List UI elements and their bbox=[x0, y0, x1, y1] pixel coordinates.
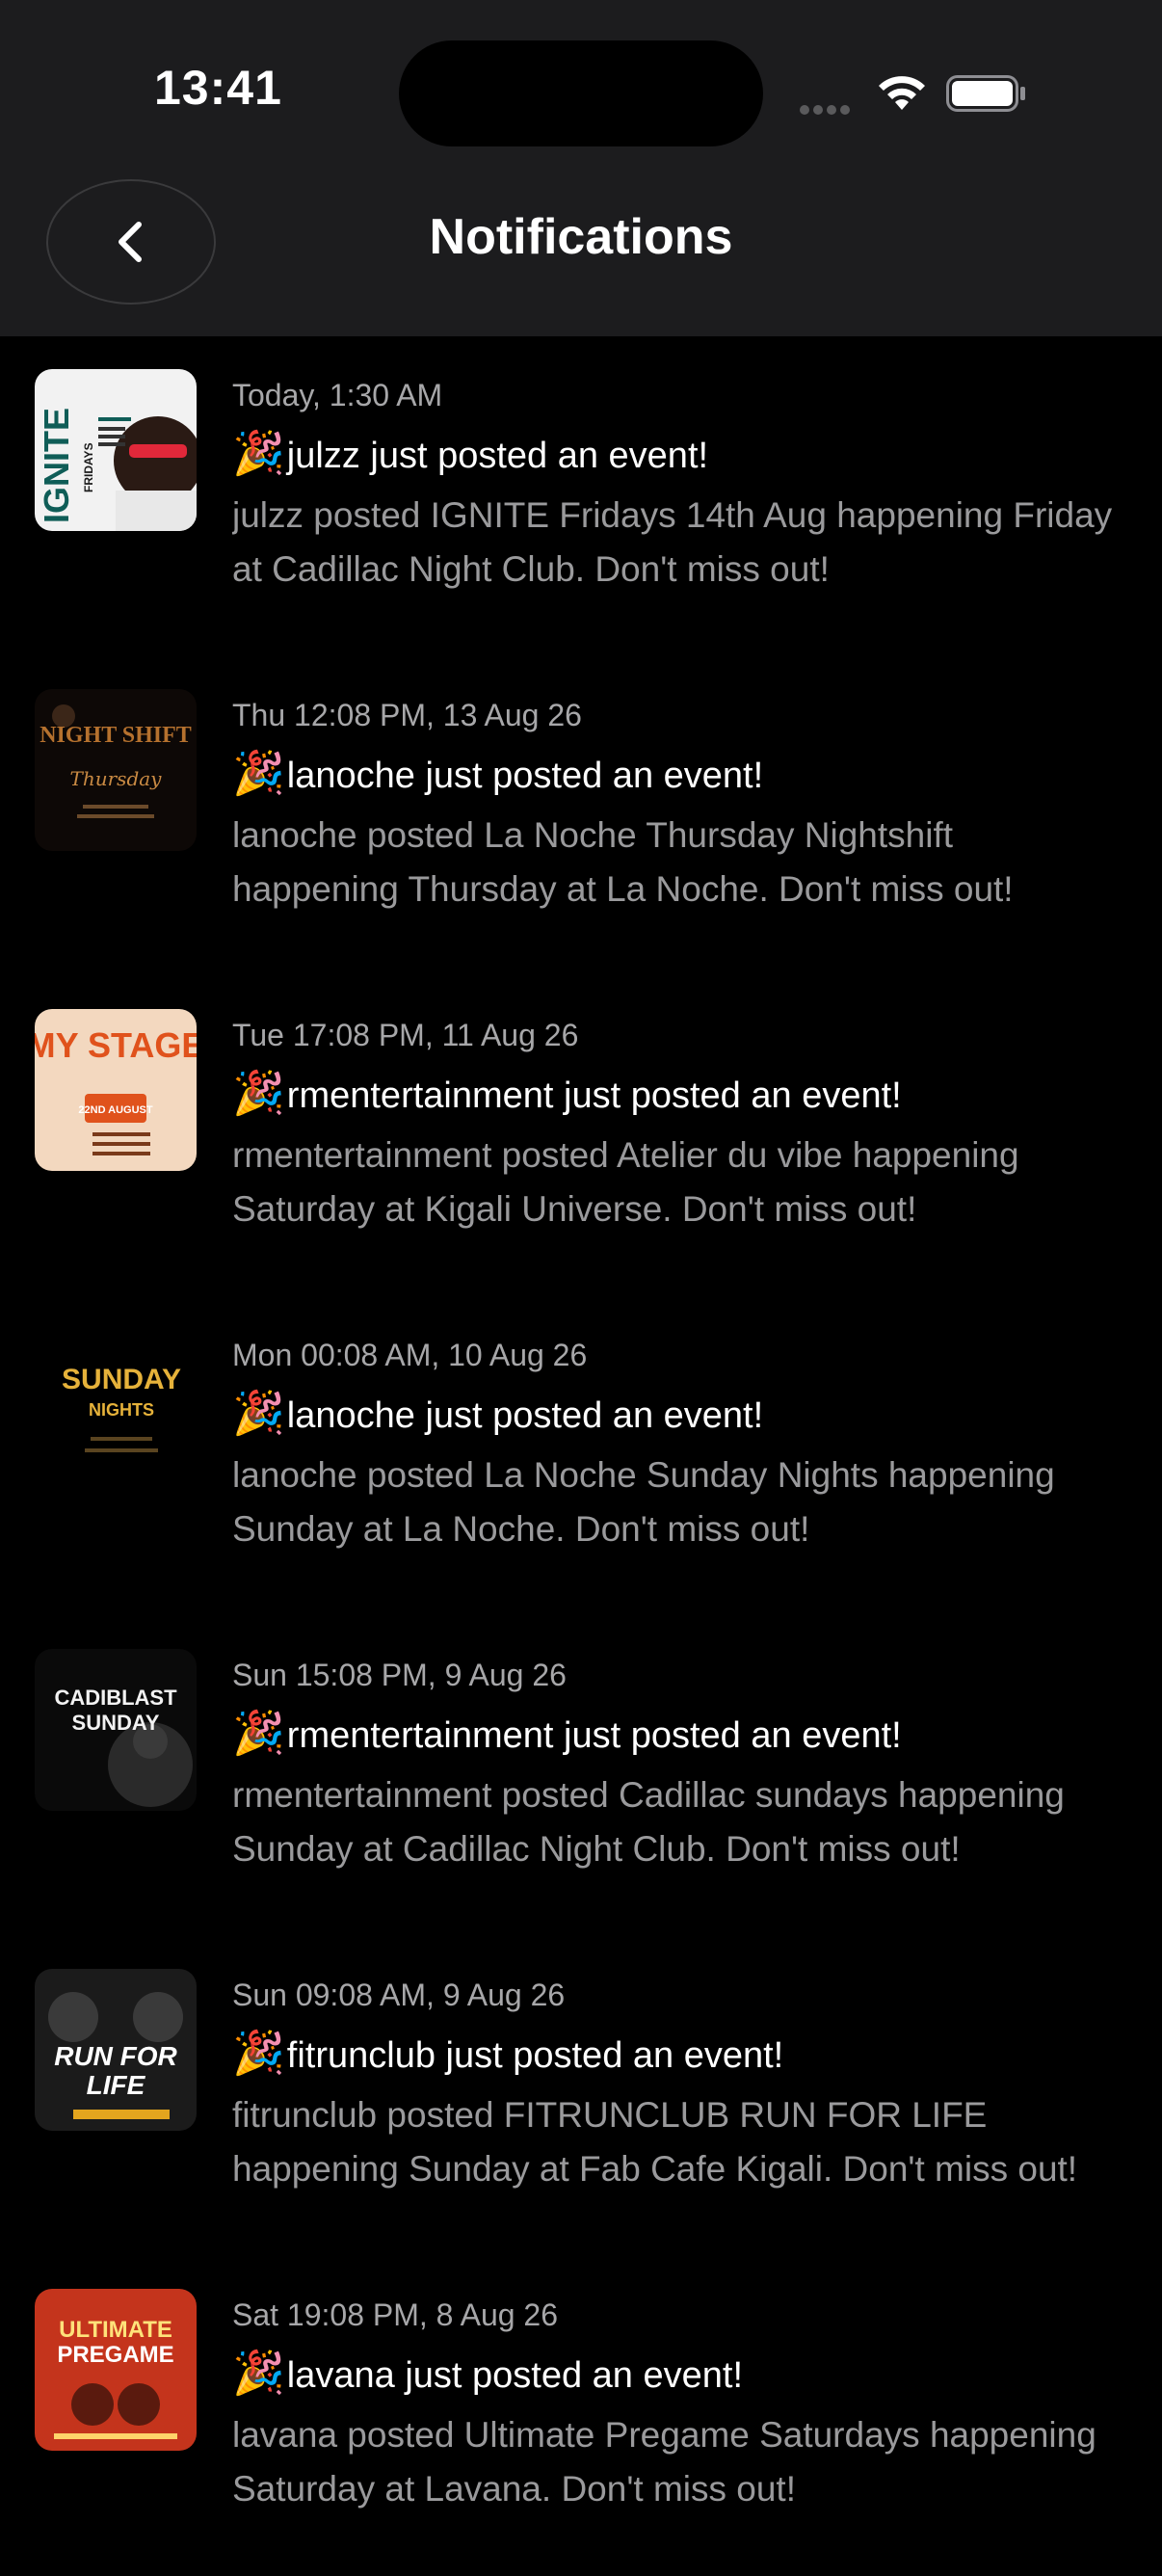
headline-text: rmentertainment just posted an event! bbox=[286, 1715, 902, 1756]
notification-item[interactable]: IGNITE FRIDAYS Today, 1:30 AM 🎉julzz jus… bbox=[0, 336, 1162, 656]
headline-text: lavana just posted an event! bbox=[286, 2355, 744, 2396]
event-thumbnail: IGNITE FRIDAYS bbox=[35, 369, 197, 531]
battery-icon bbox=[946, 75, 1025, 112]
top-bar: 13:41 Notifications bbox=[0, 0, 1162, 336]
event-thumbnail: CADIBLAST SUNDAY bbox=[35, 1649, 197, 1811]
party-popper-icon: 🎉 bbox=[232, 750, 285, 797]
thumb-subtitle: Thursday bbox=[70, 767, 163, 790]
thumb-subtitle: SUNDAY bbox=[72, 1711, 160, 1735]
thumb-title: MY STAGE bbox=[35, 1025, 197, 1065]
party-popper-icon: 🎉 bbox=[232, 2030, 285, 2077]
notification-item[interactable]: MY STAGE 22ND AUGUST Tue 17:08 PM, 11 Au… bbox=[0, 976, 1162, 1296]
thumb-subtitle: NIGHTS bbox=[89, 1400, 154, 1420]
notification-body: lavana posted Ultimate Pregame Saturdays… bbox=[232, 2415, 1096, 2509]
status-time: 13:41 bbox=[154, 61, 282, 115]
notification-body: lanoche posted La Noche Thursday Nightsh… bbox=[232, 815, 1014, 909]
notification-body: lanoche posted La Noche Sunday Nights ha… bbox=[232, 1455, 1055, 1549]
notification-headline: 🎉rmentertainment just posted an event! bbox=[232, 1707, 1128, 1761]
party-popper-icon: 🎉 bbox=[232, 1070, 285, 1117]
thumb-title: SUNDAY bbox=[62, 1364, 181, 1395]
page-title: Notifications bbox=[429, 209, 733, 265]
notification-headline: 🎉lavana just posted an event! bbox=[232, 2347, 1128, 2401]
thumb-subtitle: FRIDAYS bbox=[82, 442, 95, 492]
thumb-subtitle: 22ND AUGUST bbox=[78, 1104, 152, 1116]
notification-headline: 🎉fitrunclub just posted an event! bbox=[232, 2027, 1128, 2081]
event-thumbnail: SUNDAY NIGHTS bbox=[35, 1329, 197, 1491]
notification-headline: 🎉julzz just posted an event! bbox=[232, 427, 1128, 481]
status-icons bbox=[800, 71, 1060, 115]
headline-text: rmentertainment just posted an event! bbox=[286, 1076, 902, 1116]
thumb-title: ULTIMATE bbox=[59, 2317, 172, 2343]
headline-text: julzz just posted an event! bbox=[286, 436, 709, 476]
party-popper-icon: 🎉 bbox=[232, 1710, 285, 1757]
event-thumbnail: NIGHT SHIFT Thursday bbox=[35, 689, 197, 851]
event-thumbnail: ULTIMATE PREGAME bbox=[35, 2289, 197, 2451]
thumb-title: NIGHT SHIFT bbox=[40, 723, 192, 748]
notification-body: rmentertainment posted Atelier du vibe h… bbox=[232, 1135, 1019, 1229]
thumb-title: CADIBLAST bbox=[54, 1686, 177, 1710]
headline-text: lanoche just posted an event! bbox=[286, 756, 764, 796]
notification-headline: 🎉rmentertainment just posted an event! bbox=[232, 1067, 1128, 1121]
dynamic-island bbox=[399, 40, 763, 146]
headline-text: fitrunclub just posted an event! bbox=[286, 2035, 784, 2076]
notification-item[interactable]: CADIBLAST SUNDAY Sun 15:08 PM, 9 Aug 26 … bbox=[0, 1616, 1162, 1936]
notification-body: julzz posted IGNITE Fridays 14th Aug hap… bbox=[232, 495, 1113, 589]
notification-time: Today, 1:30 AM bbox=[232, 378, 443, 412]
notification-item[interactable]: SUNDAY NIGHTS Mon 00:08 AM, 10 Aug 26 🎉l… bbox=[0, 1296, 1162, 1616]
party-popper-icon: 🎉 bbox=[232, 2350, 285, 2397]
thumb-subtitle: LIFE bbox=[87, 2070, 146, 2100]
notification-body: rmentertainment posted Cadillac sundays … bbox=[232, 1775, 1065, 1869]
cellular-signal-icon bbox=[800, 100, 854, 119]
notification-time: Sat 19:08 PM, 8 Aug 26 bbox=[232, 2297, 559, 2332]
notification-time: Thu 12:08 PM, 13 Aug 26 bbox=[232, 698, 582, 732]
thumb-title: RUN FOR bbox=[54, 2041, 177, 2071]
notification-time: Sun 09:08 AM, 9 Aug 26 bbox=[232, 1978, 566, 2012]
notification-body: fitrunclub posted FITRUNCLUB RUN FOR LIF… bbox=[232, 2095, 1078, 2189]
notification-item[interactable]: ULTIMATE PREGAME Sat 19:08 PM, 8 Aug 26 … bbox=[0, 2256, 1162, 2576]
notification-headline: 🎉lanoche just posted an event! bbox=[232, 747, 1128, 801]
event-thumbnail: MY STAGE 22ND AUGUST bbox=[35, 1009, 197, 1171]
headline-text: lanoche just posted an event! bbox=[286, 1395, 764, 1436]
notification-time: Sun 15:08 PM, 9 Aug 26 bbox=[232, 1658, 567, 1692]
party-popper-icon: 🎉 bbox=[232, 430, 285, 477]
party-popper-icon: 🎉 bbox=[232, 1390, 285, 1437]
thumb-subtitle: PREGAME bbox=[57, 2342, 173, 2368]
notification-item[interactable]: NIGHT SHIFT Thursday Thu 12:08 PM, 13 Au… bbox=[0, 656, 1162, 976]
wifi-icon bbox=[879, 76, 925, 110]
notification-headline: 🎉lanoche just posted an event! bbox=[232, 1387, 1128, 1441]
event-thumbnail: RUN FOR LIFE bbox=[35, 1969, 197, 2131]
notification-time: Mon 00:08 AM, 10 Aug 26 bbox=[232, 1338, 588, 1372]
thumb-title: IGNITE bbox=[37, 408, 76, 523]
notification-item[interactable]: RUN FOR LIFE Sun 09:08 AM, 9 Aug 26 🎉fit… bbox=[0, 1936, 1162, 2256]
notification-time: Tue 17:08 PM, 11 Aug 26 bbox=[232, 1018, 579, 1052]
